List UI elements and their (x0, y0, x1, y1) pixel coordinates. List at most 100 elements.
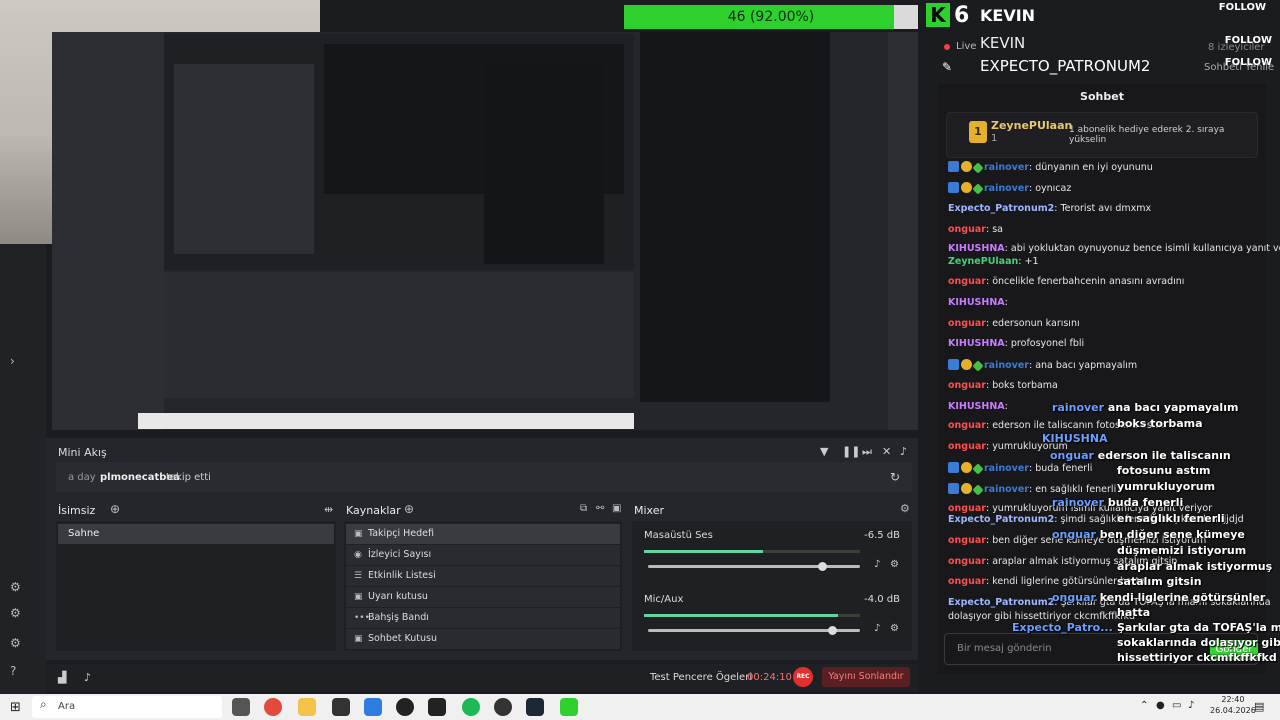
source-item[interactable]: ☰ Etkinlik Listesi (346, 566, 620, 586)
network-icon[interactable]: ▭ (1172, 700, 1181, 711)
overlay-chat-line: onguar ben diğer sene kümeye (1052, 528, 1245, 541)
dots-icon: ••• (354, 613, 370, 623)
tray-chevron-icon[interactable]: ⌃ (1140, 700, 1148, 711)
scene-item[interactable]: Sahne (58, 524, 334, 544)
source-label: Etkinlik Listesi (368, 570, 436, 581)
source-item[interactable]: ▣ Uyarı kutusu (346, 587, 620, 607)
follow-button[interactable]: FOLLOW (1225, 35, 1272, 46)
stream-title: EXPECTO_PATRONUM2 (980, 57, 1151, 75)
plugin-icon[interactable]: ⚙ (10, 580, 21, 594)
mute-icon[interactable]: ✕ (882, 445, 891, 458)
speaker-icon[interactable]: ♪ (1188, 700, 1194, 711)
refresh-icon[interactable]: ↻ (890, 470, 900, 484)
lock-icon[interactable]: ▣ (612, 503, 621, 514)
steam-icon[interactable] (526, 698, 544, 716)
store-icon[interactable] (332, 698, 350, 716)
skip-icon[interactable]: ⏭ (862, 445, 872, 459)
chat-username[interactable]: onguar (948, 556, 986, 567)
chat-username[interactable]: onguar (948, 576, 986, 587)
chat-username[interactable]: KIHUSHNA (948, 297, 1005, 308)
windows-start-icon[interactable]: ⊞ (10, 700, 21, 715)
chat-username[interactable]: Expecto_Patronum2 (948, 597, 1054, 608)
chat-username[interactable]: rainover (984, 183, 1029, 194)
add-source-icon[interactable]: ⊕ (404, 502, 414, 516)
source-item[interactable]: ••• Bahşiş Bandı (346, 608, 620, 628)
end-stream-button[interactable]: Yayını Sonlandır (822, 667, 910, 687)
chevron-right-icon[interactable]: › (10, 354, 15, 368)
add-scene-icon[interactable]: ⊕ (110, 502, 120, 516)
chat-username[interactable]: rainover (984, 360, 1029, 371)
mixer-settings-icon[interactable]: ⚙ (900, 502, 910, 515)
clock-time: 22:40 (1221, 695, 1245, 704)
rec-button[interactable]: REC (793, 667, 813, 687)
source-item[interactable]: ▣ Sohbet Kutusu (346, 629, 620, 649)
filters-icon[interactable]: ⚯ (596, 503, 604, 514)
chat-username[interactable]: rainover (984, 463, 1029, 474)
notification-icon[interactable]: ▤ (1254, 700, 1264, 713)
kick-app-icon[interactable] (560, 698, 578, 716)
test-widgets-button[interactable]: Test Pencere Ögeleri (650, 672, 752, 683)
chat-username[interactable]: KIHUSHNA (948, 401, 1005, 412)
split-icon[interactable]: ⇹ (324, 503, 333, 516)
capcut-icon[interactable] (428, 698, 446, 716)
chat-username[interactable]: KIHUSHNA (948, 338, 1005, 349)
channel-settings-icon[interactable]: ⚙ (890, 623, 899, 634)
chat-username[interactable]: onguar (948, 441, 986, 452)
speaker-icon[interactable]: ♪ (874, 559, 880, 570)
alert-bell-icon[interactable]: ♪ (84, 671, 91, 684)
github-icon[interactable] (396, 698, 414, 716)
chat-username[interactable]: ZeynePUlaan (948, 256, 1018, 267)
chat-username[interactable]: Expecto_Patronum2 (948, 203, 1054, 214)
mic-tray-icon[interactable]: ● (1156, 700, 1165, 711)
settings-icon[interactable]: ⚙ (10, 636, 21, 650)
volume-icon[interactable]: ♪ (900, 445, 907, 458)
chat-username[interactable]: onguar (948, 276, 986, 287)
chat-username[interactable]: Expecto_Patronum2 (948, 514, 1054, 525)
volume-slider-knob[interactable] (828, 626, 837, 635)
chat-username[interactable]: KIHUSHNA (948, 243, 1005, 254)
speaker-icon[interactable]: ♪ (874, 623, 880, 634)
follow-label: FOLLOW (1218, 2, 1266, 13)
sources-title: Kaynaklar (346, 504, 401, 517)
mail-icon[interactable] (364, 698, 382, 716)
chat-username[interactable]: onguar (948, 380, 986, 391)
crop-icon[interactable]: ⧉ (580, 503, 587, 514)
file-explorer-icon[interactable] (298, 698, 316, 716)
follow-button-2[interactable]: FOLLOW (1225, 57, 1272, 68)
stats-icon[interactable]: ▟ (58, 671, 66, 684)
chat-message: rainover: en sağlıklı fenerli (948, 483, 1116, 496)
source-item[interactable]: ▣ Takipçi Hedefi (346, 524, 620, 544)
taskbar-search[interactable]: Ara (32, 696, 222, 718)
list-icon: ☰ (354, 571, 363, 581)
volume-slider-knob[interactable] (818, 562, 827, 571)
obs-icon[interactable] (494, 698, 512, 716)
overlay-chat-user: rainover (1052, 401, 1108, 414)
gift-prompt: 1 abonelik hediye ederek 2. sıraya yükse… (1069, 125, 1225, 145)
help-icon[interactable]: ? (10, 664, 16, 678)
pencil-icon[interactable]: ✎ (942, 60, 952, 74)
task-view-icon[interactable] (232, 698, 250, 716)
overlay-chat-line: rainover buda fenerli (1052, 496, 1183, 509)
chat-text: öncelikle fenerbahcenin anasını avradını (992, 276, 1185, 287)
chat-username[interactable]: onguar (948, 318, 986, 329)
chat-username[interactable]: onguar (948, 503, 986, 514)
chat-text: dünyanın en iyi oyununu (1035, 162, 1153, 173)
pause-icon[interactable]: ❚❚ (842, 445, 860, 458)
chat-text: sa (992, 224, 1003, 235)
filter-icon[interactable]: ▼ (820, 445, 828, 458)
chat-username[interactable]: rainover (984, 484, 1029, 495)
source-label: Sohbet Kutusu (368, 633, 437, 644)
chat-username[interactable]: onguar (948, 535, 986, 546)
plugin2-icon[interactable]: ⚙ (10, 606, 21, 620)
chat-username[interactable]: onguar (948, 420, 986, 431)
volume-slider[interactable] (648, 565, 860, 568)
source-item[interactable]: ◉ İzleyici Sayısı (346, 545, 620, 565)
channel-settings-icon[interactable]: ⚙ (890, 559, 899, 570)
overlay-chat-line: rainover ana bacı yapmayalım (1052, 401, 1238, 414)
chat-message: rainover: dünyanın en iyi oyununu (948, 161, 1153, 174)
chrome-icon[interactable] (264, 698, 282, 716)
spotify-icon[interactable] (462, 698, 480, 716)
chat-username[interactable]: onguar (948, 224, 986, 235)
clock[interactable]: 22:40 26.04.2026 (1210, 694, 1256, 716)
chat-username[interactable]: rainover (984, 162, 1029, 173)
